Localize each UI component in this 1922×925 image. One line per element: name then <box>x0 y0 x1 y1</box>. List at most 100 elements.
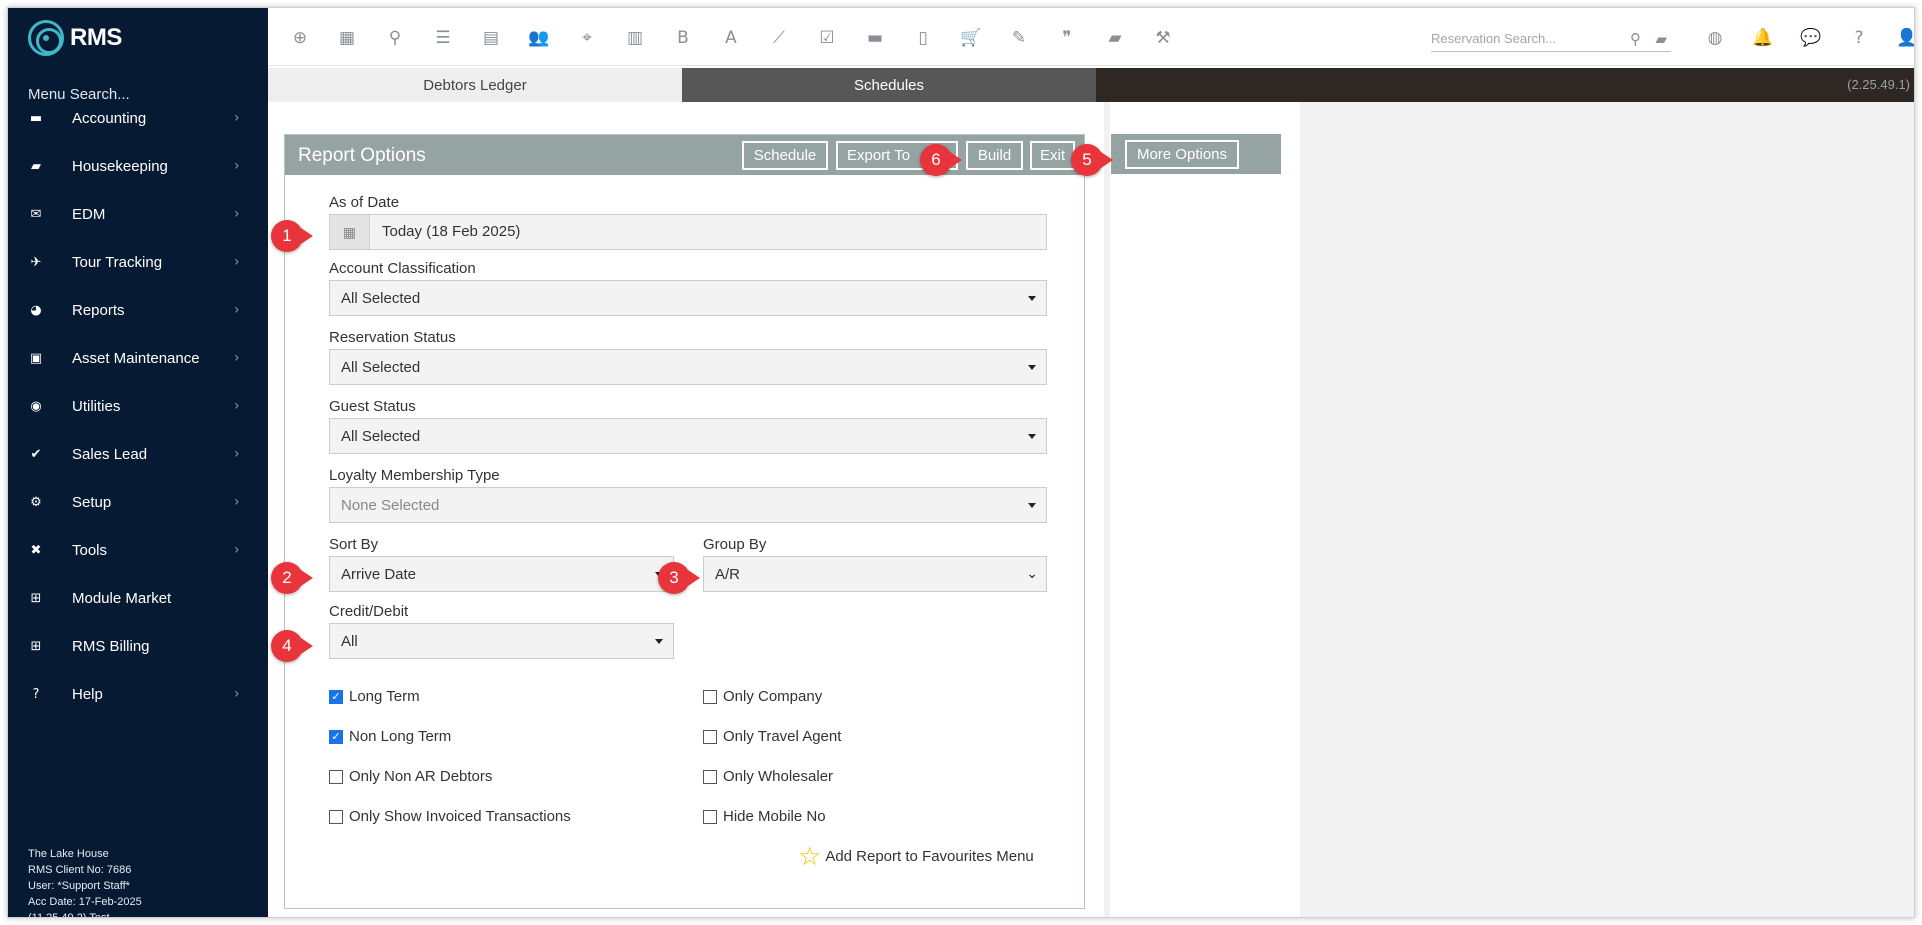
sidebar-item-module-market[interactable]: ⊞ Module Market <box>8 578 268 618</box>
search-icon[interactable]: ⚲ <box>1630 30 1641 48</box>
sidebar-item-accounting[interactable]: ▬ Accounting › <box>8 98 268 138</box>
rms-logo[interactable]: RMS <box>28 18 122 58</box>
bold-icon[interactable]: B <box>671 26 695 50</box>
sliders-icon[interactable]: ☰ <box>431 26 455 50</box>
checkbox-empty-icon <box>329 769 343 784</box>
as-of-date-value: Today (18 Feb 2025) <box>382 223 521 240</box>
more-options-button[interactable]: More Options <box>1125 140 1239 169</box>
loyalty-membership-select[interactable]: None Selected <box>329 487 1047 523</box>
callout-marker: 1 <box>271 220 313 252</box>
caret-down-icon <box>1028 296 1036 301</box>
checkbox-label: Only Company <box>723 688 823 705</box>
help-icon[interactable]: ? <box>1847 26 1871 50</box>
as-of-date-label: As of Date <box>329 194 400 211</box>
guest-status-label: Guest Status <box>329 398 416 415</box>
more-options-column <box>1110 102 1300 917</box>
line-chart-icon[interactable]: ⟋ <box>767 26 791 50</box>
sidebar-item-rms-billing[interactable]: ⊞ RMS Billing <box>8 626 268 666</box>
credit-debit-select[interactable]: All <box>329 623 674 659</box>
app-window: RMS Menu Search... ▬ Accounting › ▰ Hous… <box>7 7 1915 918</box>
sidebar-item-label: Help <box>72 685 103 703</box>
chat-icon[interactable]: 💬 <box>1799 26 1823 50</box>
tab-schedules[interactable]: Schedules <box>682 68 1096 102</box>
wrench-icon: ✖ <box>30 542 42 558</box>
sidebar-item-asset-maintenance[interactable]: ▣ Asset Maintenance › <box>8 338 268 378</box>
reservation-search-input[interactable] <box>1431 31 1621 46</box>
edit-card-icon[interactable]: ✎ <box>1007 26 1031 50</box>
bed-icon[interactable]: ▰ <box>1103 26 1127 50</box>
select-value: All Selected <box>341 427 421 445</box>
account-classification-select[interactable]: All Selected <box>329 280 1047 316</box>
gear-icon: ⚙ <box>30 494 42 510</box>
callout-marker: 5 <box>1071 144 1113 176</box>
tab-bar: Debtors Ledger Schedules (2.25.49.1) <box>268 68 1914 102</box>
sidebar-item-sales-lead[interactable]: ✔ Sales Lead › <box>8 434 268 474</box>
as-of-date-field[interactable]: ▦ Today (18 Feb 2025) <box>329 214 1047 250</box>
add-to-favourites-link[interactable]: ☆ Add Report to Favourites Menu <box>798 843 1034 869</box>
favourites-label: Add Report to Favourites Menu <box>825 847 1034 865</box>
sidebar-item-help[interactable]: ? Help › <box>8 674 268 714</box>
sidebar-item-label: Asset Maintenance <box>72 349 200 367</box>
calendar-icon[interactable]: ▦ <box>330 215 370 249</box>
sidebar-item-label: Setup <box>72 493 112 511</box>
checklist-icon[interactable]: ☑ <box>815 26 839 50</box>
group-by-select[interactable]: A/R ⌄ <box>703 556 1047 592</box>
pie-chart-icon: ◕ <box>30 302 42 318</box>
toolbox-icon: ▣ <box>29 350 43 366</box>
callout-marker: 2 <box>271 562 313 594</box>
select-value: All Selected <box>341 358 421 376</box>
only-wholesaler-checkbox[interactable]: Only Wholesaler <box>703 768 833 785</box>
sidebar-item-housekeeping[interactable]: ▰ Housekeeping › <box>8 146 268 186</box>
plane-icon: ✈ <box>30 254 42 270</box>
cart-icon[interactable]: 🛒 <box>959 26 983 50</box>
invoice-icon[interactable]: ▯ <box>911 26 935 50</box>
checkbox-label: Long Term <box>349 688 420 705</box>
chevron-right-icon: › <box>234 350 240 366</box>
search-icon[interactable]: ⚲ <box>383 26 407 50</box>
tab-debtors-ledger[interactable]: Debtors Ledger <box>268 68 682 102</box>
select-value: A/R <box>715 565 741 583</box>
add-circle-icon[interactable]: ⊕ <box>288 26 312 50</box>
sidebar-item-utilities[interactable]: ◉ Utilities › <box>8 386 268 426</box>
sidebar-item-edm[interactable]: ✉ EDM › <box>8 194 268 234</box>
only-non-ar-debtors-checkbox[interactable]: Only Non AR Debtors <box>329 768 492 785</box>
quote-icon[interactable]: ❞ <box>1055 26 1079 50</box>
only-company-checkbox[interactable]: Only Company <box>703 688 822 705</box>
exit-button[interactable]: Exit <box>1030 141 1075 170</box>
id-card-icon[interactable]: ▬ <box>863 26 887 50</box>
map-icon[interactable]: ▥ <box>623 26 647 50</box>
sidebar-item-tour-tracking[interactable]: ✈ Tour Tracking › <box>8 242 268 282</box>
caret-down-icon <box>1028 365 1036 370</box>
guest-status-select[interactable]: All Selected <box>329 418 1047 454</box>
sidebar-item-setup[interactable]: ⚙ Setup › <box>8 482 268 522</box>
chevron-right-icon: › <box>234 254 240 270</box>
user-icon[interactable]: 👤 <box>1895 26 1914 50</box>
only-show-invoiced-checkbox[interactable]: Only Show Invoiced Transactions <box>329 808 571 825</box>
only-travel-agent-checkbox[interactable]: Only Travel Agent <box>703 728 841 745</box>
map-marker-icon[interactable]: ⌖ <box>575 26 599 50</box>
calendar-icon[interactable]: ▦ <box>335 26 359 50</box>
sidebar-item-reports[interactable]: ◕ Reports › <box>8 290 268 330</box>
account-classification-label: Account Classification <box>329 260 476 277</box>
checkbox-label: Only Wholesaler <box>723 768 834 785</box>
select-value: Arrive Date <box>341 565 417 583</box>
group-by-label: Group By <box>703 536 767 553</box>
non-long-term-checkbox[interactable]: ✓ Non Long Term <box>329 728 451 745</box>
font-icon[interactable]: A <box>719 26 743 50</box>
hide-mobile-no-checkbox[interactable]: Hide Mobile No <box>703 808 826 825</box>
build-button[interactable]: Build <box>966 141 1023 170</box>
hammer-icon[interactable]: ⚒ <box>1151 26 1175 50</box>
sort-by-select[interactable]: Arrive Date <box>329 556 674 592</box>
reservation-status-select[interactable]: All Selected <box>329 349 1047 385</box>
grid-icon[interactable]: ▤ <box>479 26 503 50</box>
sidebar: RMS Menu Search... ▬ Accounting › ▰ Hous… <box>8 8 268 917</box>
users-icon[interactable]: 👥 <box>527 26 551 50</box>
bell-icon[interactable]: 🔔 <box>1751 26 1775 50</box>
sidebar-item-tools[interactable]: ✖ Tools › <box>8 530 268 570</box>
checkbox-empty-icon <box>703 689 717 704</box>
schedule-button[interactable]: Schedule <box>742 141 828 170</box>
logo-text: RMS <box>70 24 122 51</box>
bed-icon[interactable]: ▰ <box>1655 30 1667 48</box>
globe-icon[interactable]: ◍ <box>1703 26 1727 50</box>
long-term-checkbox[interactable]: ✓ Long Term <box>329 688 420 705</box>
